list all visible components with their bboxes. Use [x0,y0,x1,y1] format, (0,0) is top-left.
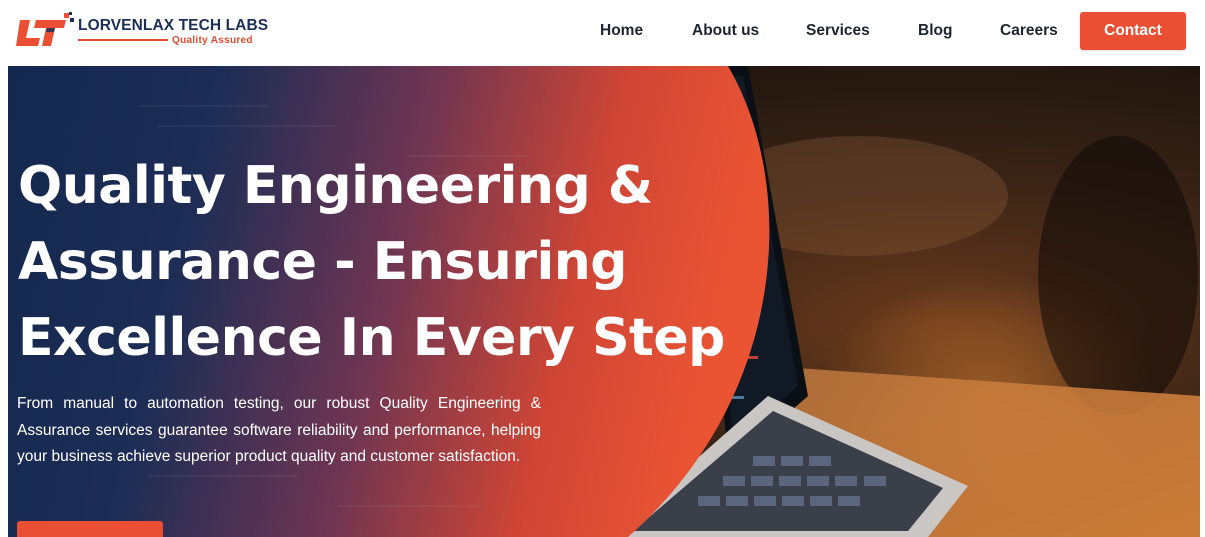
site-header: LORVENLAX TECH LABS Quality Assured Home… [0,0,1205,66]
contact-button[interactable]: Contact [1080,12,1186,50]
hero-description: From manual to automation testing, our r… [17,395,541,465]
tagline-divider [78,39,168,41]
brand-tagline: Quality Assured [172,34,253,46]
hero-title-line-1: Quality Engineering & [18,156,653,216]
hero-title-line-3: Excellence In Every Step [18,308,725,368]
nav-careers-link[interactable]: Careers [1000,22,1058,40]
nav-about-link[interactable]: About us [692,22,759,40]
hero-cta-button[interactable] [17,521,163,537]
logo-text: LORVENLAX TECH LABS Quality Assured [78,17,268,46]
nav-blog-link[interactable]: Blog [918,22,952,40]
nav-services-link[interactable]: Services [806,22,870,40]
brand-logo[interactable]: LORVENLAX TECH LABS Quality Assured [14,12,268,50]
tagline-row: Quality Assured [78,35,268,46]
hero-title-line-2: Assurance - Ensuring [18,232,628,292]
hero-title: Quality Engineering & Assurance - Ensuri… [18,148,758,376]
logo-mark-icon [14,12,76,50]
nav-home-link[interactable]: Home [600,22,643,40]
hero-section: Quality Engineering & Assurance - Ensuri… [8,66,1200,537]
brand-name: LORVENLAX TECH LABS [78,16,269,34]
page-edge [1200,0,1205,537]
